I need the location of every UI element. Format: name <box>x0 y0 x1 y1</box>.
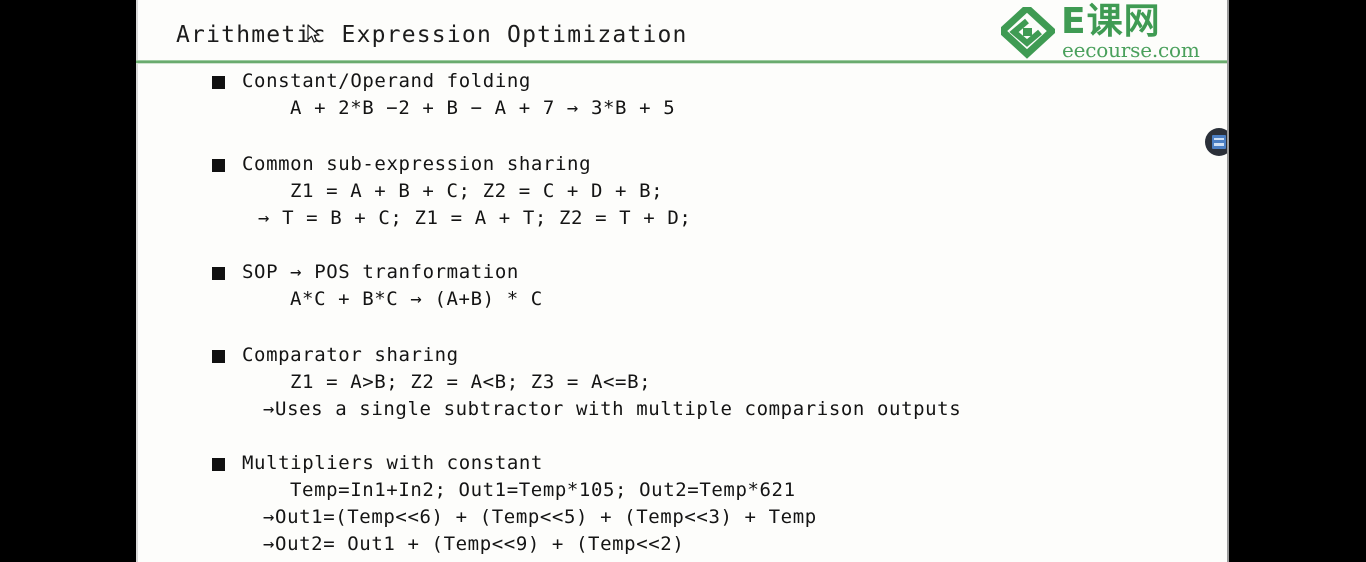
bullet-heading-text: SOP → POS tranformation <box>242 261 519 283</box>
bullet-heading-text: Multipliers with constant <box>242 452 543 474</box>
note-document-icon[interactable] <box>1205 128 1229 156</box>
bullet-square-icon <box>212 159 225 172</box>
bullet-block: Comparator sharing Z1 = A>B; Z2 = A<B; Z… <box>136 342 1229 423</box>
bullet-square-icon <box>212 350 225 363</box>
video-player-viewport: Arithmetic Expression Optimization E课网 e… <box>0 0 1366 562</box>
bullet-detail-line: Z1 = A + B + C; Z2 = C + D + B; <box>290 180 664 202</box>
note-glyph <box>1212 135 1226 149</box>
bullet-block: SOP → POS tranformation A*C + B*C → (A+B… <box>136 259 1229 313</box>
logo-text-block: E课网 eecourse.com <box>1061 1 1211 62</box>
logo-domain-text: eecourse.com <box>1062 38 1200 62</box>
bullet-heading: Constant/Operand folding <box>136 68 1229 95</box>
bullet-heading-text: Constant/Operand folding <box>242 70 531 92</box>
bullet-square-icon <box>212 458 225 471</box>
presentation-slide: Arithmetic Expression Optimization E课网 e… <box>136 0 1229 562</box>
logo-brand-name: E课网 <box>1061 1 1161 42</box>
bullet-detail-line: A + 2*B −2 + B − A + 7 → 3*B + 5 <box>290 97 676 119</box>
bullet-heading: Common sub-expression sharing <box>136 151 1229 178</box>
bullet-heading-text: Common sub-expression sharing <box>242 153 592 175</box>
bullet-block: Common sub-expression sharing Z1 = A + B… <box>136 151 1229 232</box>
bullet-detail-line: Z1 = A>B; Z2 = A<B; Z3 = A<=B; <box>290 371 652 393</box>
page-title: Arithmetic Expression Optimization <box>176 22 688 48</box>
bullet-detail-line: →Out1=(Temp<<6) + (Temp<<5) + (Temp<<3) … <box>263 506 817 528</box>
bullet-detail-line: Temp=In1+In2; Out1=Temp*105; Out2=Temp*6… <box>290 479 796 501</box>
bullet-heading: Multipliers with constant <box>136 450 1229 477</box>
bullet-detail-line: A*C + B*C → (A+B) * C <box>290 288 543 310</box>
bullet-detail-line: →Uses a single subtractor with multiple … <box>263 398 962 420</box>
bullet-detail-line: → T = B + C; Z1 = A + T; Z2 = T + D; <box>258 207 692 229</box>
bullet-square-icon <box>212 267 225 280</box>
bullet-block: Multipliers with constant Temp=In1+In2; … <box>136 450 1229 558</box>
bullet-square-icon <box>212 76 225 89</box>
bullet-block: Constant/Operand folding A + 2*B −2 + B … <box>136 68 1229 122</box>
letterbox-bar-left <box>0 0 136 562</box>
bullet-heading: SOP → POS tranformation <box>136 259 1229 286</box>
slide-header: Arithmetic Expression Optimization E课网 e… <box>136 0 1229 64</box>
bullet-heading: Comparator sharing <box>136 342 1229 369</box>
eecourse-spiral-logo-icon <box>996 3 1058 59</box>
bullet-detail-line: →Out2= Out1 + (Temp<<9) + (Temp<<2) <box>263 533 685 555</box>
brand-logo: E课网 eecourse.com <box>993 1 1211 62</box>
letterbox-bar-right <box>1229 0 1366 562</box>
slide-body: Constant/Operand folding A + 2*B −2 + B … <box>136 68 1229 558</box>
bullet-heading-text: Comparator sharing <box>242 344 459 366</box>
